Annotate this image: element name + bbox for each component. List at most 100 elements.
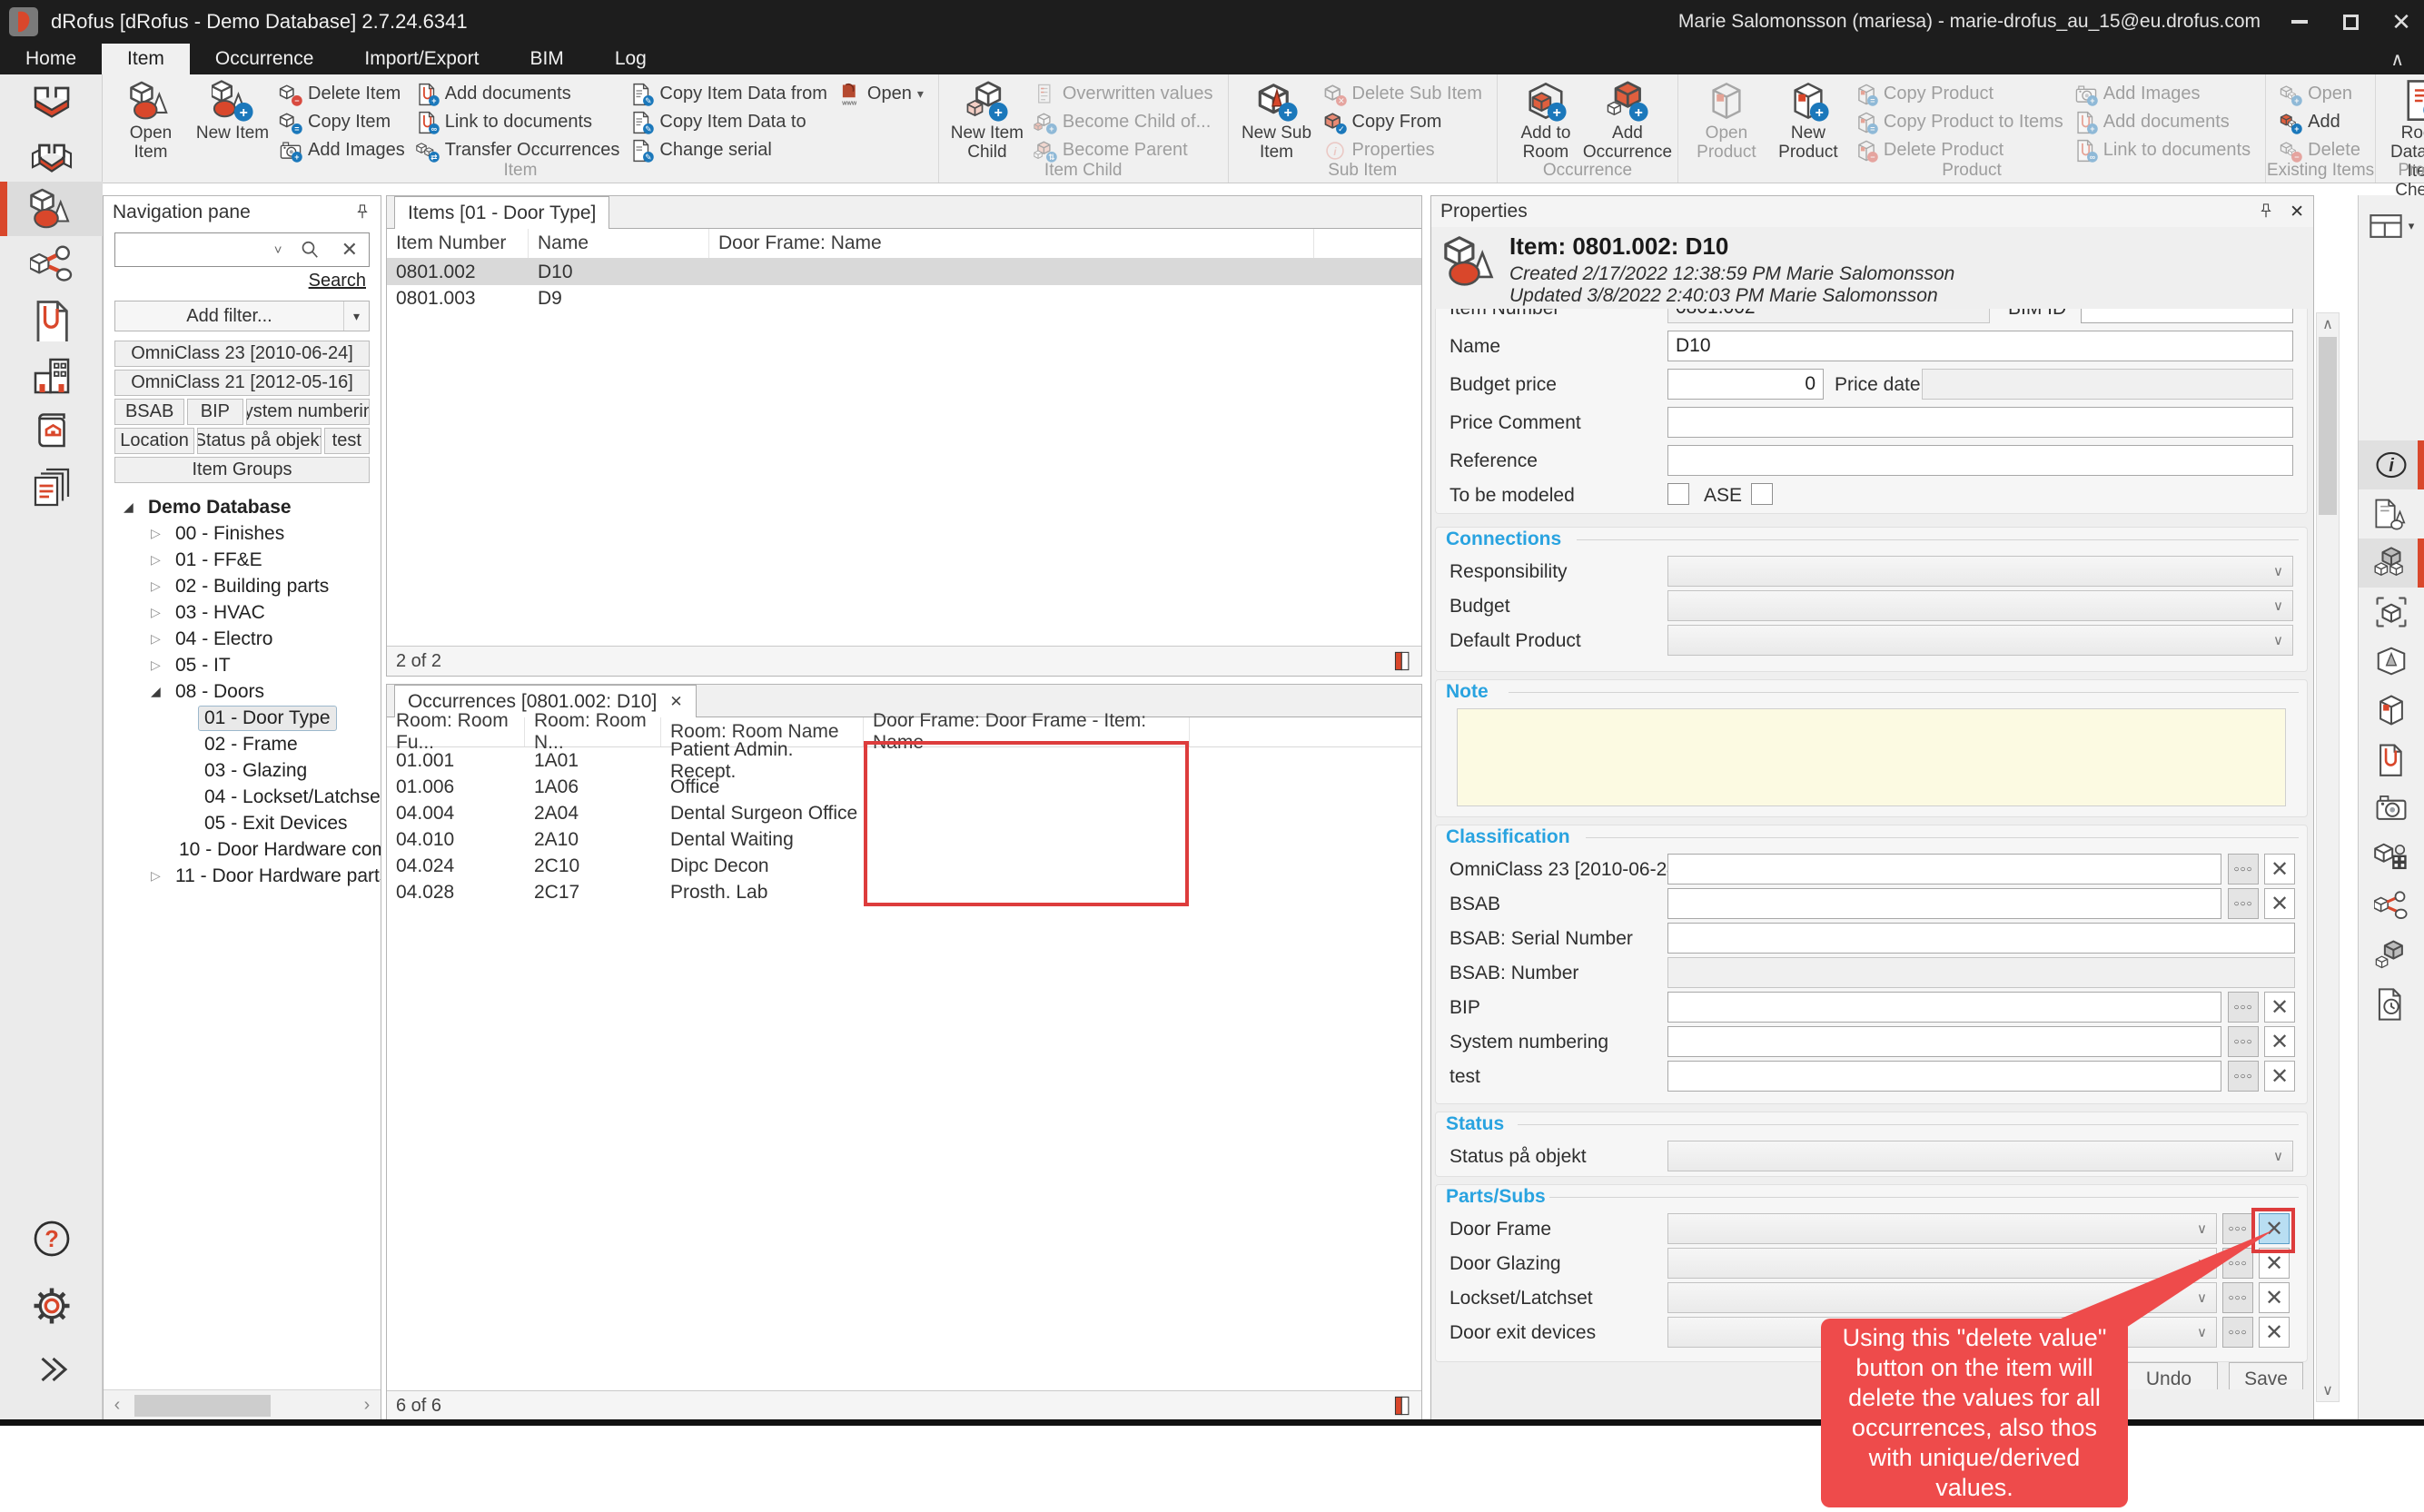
browse-button-door-frame[interactable]: ○○○ (2222, 1213, 2253, 1244)
browse-button-lockset-latchset[interactable]: ○○○ (2222, 1282, 2253, 1313)
input-bsab-serial-number[interactable] (1667, 923, 2295, 954)
search-input[interactable] (115, 240, 267, 261)
expand-icon[interactable]: ▷ (151, 631, 169, 647)
filter-button-system-numbering[interactable]: System numbering (246, 399, 371, 425)
new-product-button[interactable]: +New Product (1768, 78, 1848, 162)
menu-tab-occurrence[interactable]: Occurrence (190, 44, 340, 74)
ase-checkbox[interactable] (1751, 483, 1773, 505)
tree-node-00-finishes[interactable]: ▷00 - Finishes (104, 520, 381, 547)
dropdown-lockset-latchset[interactable]: ∨ (1667, 1282, 2217, 1313)
open-button[interactable]: wwwOpen▾ (838, 80, 924, 108)
undo-button[interactable]: Undo (2120, 1362, 2218, 1389)
tree-node-04-lockset-latchset[interactable]: 04 - Lockset/Latchset (104, 784, 381, 810)
input-bip[interactable] (1667, 992, 2221, 1023)
add-button[interactable]: +Add (2279, 108, 2360, 136)
tree-node-03-hvac[interactable]: ▷03 - HVAC (104, 599, 381, 626)
sidebar-item-rooms[interactable] (0, 74, 103, 129)
link-to-documents-button[interactable]: ∞Link to documents (416, 108, 620, 136)
pin-icon[interactable] (2257, 202, 2275, 222)
reference-field[interactable] (1667, 445, 2293, 476)
sidebar-item-expand[interactable] (0, 1342, 103, 1397)
menu-tab-home[interactable]: Home (0, 44, 102, 74)
browse-button-bip[interactable]: ○○○ (2228, 992, 2259, 1023)
tree-node-01-ff-e[interactable]: ▷01 - FF&E (104, 547, 381, 573)
right-strip-images[interactable] (2359, 784, 2424, 833)
search-link[interactable]: Search (104, 271, 366, 292)
scroll-down-icon[interactable]: ∨ (2317, 1381, 2339, 1399)
browse-button-bsab[interactable]: ○○○ (2228, 888, 2259, 919)
scroll-up-icon[interactable]: ∧ (2317, 315, 2339, 333)
delete-value-button-system-numbering[interactable]: ✕ (2264, 1026, 2295, 1057)
input-bsab[interactable] (1667, 888, 2221, 919)
bim-id-field[interactable] (2081, 309, 2293, 323)
tree-node-08-doors[interactable]: ◢08 - Doors (104, 678, 381, 705)
close-panel-icon[interactable]: ✕ (2290, 202, 2304, 222)
tree-node-demo-database[interactable]: ◢Demo Database (104, 494, 381, 520)
column-header-name[interactable]: Name (529, 229, 709, 258)
filter-button-status-p-objekt[interactable]: Status på objekt (197, 428, 322, 454)
horizontal-scrollbar[interactable]: ‹ › (104, 1389, 381, 1420)
right-strip-product[interactable] (2359, 686, 2424, 735)
dropdown-status-p-objekt[interactable]: ∨ (1667, 1141, 2293, 1171)
filter-button-bip[interactable]: BIP (187, 399, 242, 425)
sidebar-item-settings[interactable] (0, 1279, 103, 1333)
column-header-door-frame-name[interactable]: Door Frame: Name (709, 229, 1314, 258)
new-item-button[interactable]: +New Item (193, 78, 272, 143)
expand-icon[interactable]: ▷ (151, 578, 169, 594)
clear-search-icon[interactable]: ✕ (330, 238, 369, 262)
delete-value-button-omniclass-23-2010-06-24[interactable]: ✕ (2264, 854, 2295, 884)
delete-value-button-lockset-latchset[interactable]: ✕ (2259, 1282, 2290, 1313)
table-row[interactable]: 04.0042A04Dental Surgeon Office (387, 800, 1421, 826)
column-picker-icon[interactable] (1392, 649, 1412, 673)
browse-button-door-exit-devices[interactable]: ○○○ (2222, 1317, 2253, 1348)
browse-button-door-glazing[interactable]: ○○○ (2222, 1248, 2253, 1279)
right-strip-item-document[interactable] (2359, 489, 2424, 539)
tree-node-02-building-parts[interactable]: ▷02 - Building parts (104, 573, 381, 599)
column-header-room-room-fu[interactable]: Room: Room Fu... (387, 717, 525, 746)
copy-item-data-from-button[interactable]: ✎Copy Item Data from (630, 80, 827, 108)
collapse-ribbon-icon[interactable]: ∧ (2390, 48, 2404, 71)
column-picker-icon[interactable] (1392, 1394, 1412, 1418)
chevron-down-icon[interactable]: ˅ (267, 242, 290, 258)
column-header-item-number[interactable]: Item Number (387, 229, 529, 258)
scroll-left-icon[interactable]: ‹ (104, 1395, 131, 1416)
scrollbar-thumb[interactable] (2319, 337, 2337, 515)
save-button[interactable]: Save (2229, 1362, 2303, 1389)
dropdown-responsibility[interactable]: ∨ (1667, 556, 2293, 587)
tree-node-03-glazing[interactable]: 03 - Glazing (104, 757, 381, 784)
filter-button-bsab[interactable]: BSAB (114, 399, 184, 425)
right-strip-item-connections[interactable] (2359, 882, 2424, 931)
delete-value-button-bip[interactable]: ✕ (2264, 992, 2295, 1023)
right-strip-item-matrix[interactable] (2359, 833, 2424, 882)
sidebar-item-product-catalog[interactable] (0, 405, 103, 460)
dropdown-door-glazing[interactable]: ∨ (1667, 1248, 2217, 1279)
browse-button-omniclass-23-2010-06-24[interactable]: ○○○ (2228, 854, 2259, 884)
delete-value-button-door-frame[interactable]: ✕ (2259, 1213, 2290, 1244)
right-strip-item-children[interactable] (2359, 931, 2424, 980)
dropdown-door-frame[interactable]: ∨ (1667, 1213, 2217, 1244)
table-row[interactable]: 0801.002D10 (387, 259, 1421, 285)
tree-node-05-it[interactable]: ▷05 - IT (104, 652, 381, 678)
filter-button-location[interactable]: Location (114, 428, 194, 454)
scroll-right-icon[interactable]: › (353, 1395, 381, 1416)
filter-button-item-groups[interactable]: Item Groups (114, 457, 370, 483)
scrollbar-thumb[interactable] (134, 1395, 271, 1417)
sidebar-item-items[interactable] (0, 182, 103, 236)
add-filter-button[interactable]: Add filter... ▾ (114, 301, 370, 331)
note-textarea[interactable] (1457, 708, 2286, 806)
sidebar-item-room-templates[interactable] (0, 129, 103, 183)
close-button[interactable]: ✕ (2388, 8, 2415, 35)
tree-node-10-door-hardware-combir[interactable]: 10 - Door Hardware combir (104, 836, 381, 863)
input-system-numbering[interactable] (1667, 1026, 2221, 1057)
expand-icon[interactable]: ▷ (151, 552, 169, 568)
dropdown-default-product[interactable]: ∨ (1667, 625, 2293, 656)
collapse-icon[interactable]: ◢ (151, 684, 169, 699)
sidebar-item-item-connections[interactable] (0, 238, 103, 292)
new-sub-item-button[interactable]: +New Sub Item (1237, 78, 1317, 162)
add-occurrence-button[interactable]: +Add Occurrence (1588, 78, 1667, 162)
column-header-door-frame-door-frame-item-name[interactable]: Door Frame: Door Frame - Item: Name (864, 717, 1190, 746)
delete-item-button[interactable]: −Delete Item (279, 80, 405, 108)
tree-node-05-exit-devices[interactable]: 05 - Exit Devices (104, 810, 381, 836)
sidebar-item-help[interactable]: ? (0, 1211, 103, 1266)
dropdown-budget[interactable]: ∨ (1667, 590, 2293, 621)
